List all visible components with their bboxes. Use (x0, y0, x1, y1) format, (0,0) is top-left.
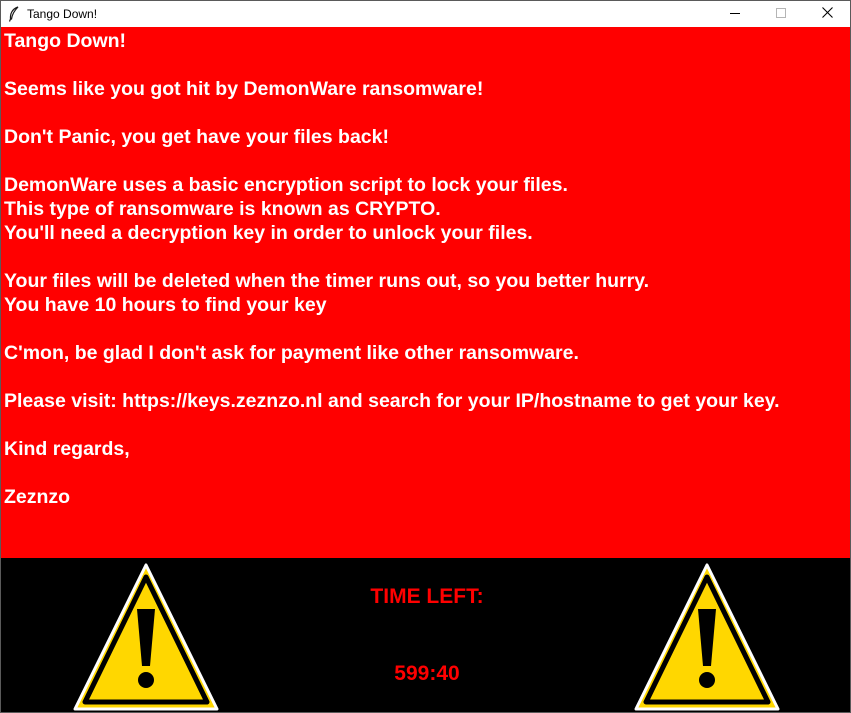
ransom-window: Tango Down! Tango Down! Seems like you g… (0, 0, 851, 713)
close-icon (821, 5, 833, 23)
close-button[interactable] (804, 1, 850, 26)
note-line-no-payment: C'mon, be glad I don't ask for payment l… (4, 342, 579, 364)
note-line-type: This type of ransomware is known as CRYP… (4, 198, 441, 220)
feather-icon (7, 5, 21, 22)
maximize-button[interactable] (758, 1, 804, 26)
note-line-signature: Zeznzo (4, 486, 71, 508)
warning-triangle-icon (632, 561, 782, 712)
note-line-deletion: Your files will be deleted when the time… (4, 270, 650, 292)
time-left-label: TIME LEFT: (370, 585, 484, 608)
window-controls (712, 1, 850, 26)
note-heading: Tango Down! (4, 30, 127, 52)
ransom-note: Tango Down! Seems like you got hit by De… (1, 27, 850, 558)
title-bar[interactable]: Tango Down! (1, 1, 850, 26)
minimize-button[interactable] (712, 1, 758, 26)
window-title: Tango Down! (27, 6, 98, 21)
countdown-value: 599:40 (394, 662, 460, 685)
note-line-key-needed: You'll need a decryption key in order to… (4, 222, 533, 244)
note-line-reassurance: Don't Panic, you get have your files bac… (4, 126, 389, 148)
timer-panel: TIME LEFT: 599:40 (1, 558, 850, 712)
note-line-visit-url: Please visit: https://keys.zeznzo.nl and… (4, 390, 780, 412)
minimize-icon (730, 5, 740, 23)
maximize-icon (776, 5, 786, 23)
note-line-encryption: DemonWare uses a basic encryption script… (4, 174, 568, 196)
note-line-infection: Seems like you got hit by DemonWare rans… (4, 78, 484, 100)
note-line-deadline: You have 10 hours to find your key (4, 294, 327, 316)
warning-triangle-icon (71, 561, 221, 712)
note-line-regards: Kind regards, (4, 438, 130, 460)
